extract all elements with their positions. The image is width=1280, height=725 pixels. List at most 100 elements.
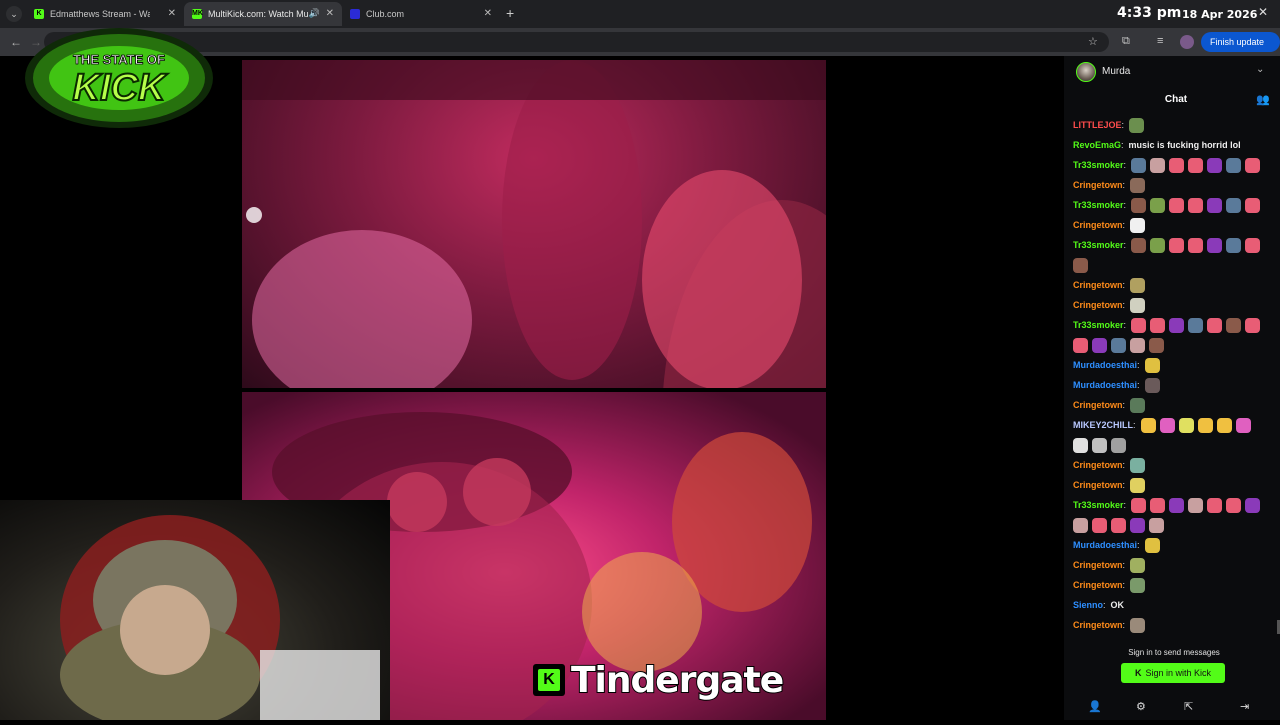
close-tab-icon[interactable]: ✕ (168, 8, 176, 19)
channel-selector[interactable]: Murda ⌄ (1064, 56, 1280, 86)
emote-icon (1169, 497, 1185, 513)
emote-icon (1188, 197, 1204, 213)
chat-username[interactable]: MIKEY2CHILL (1073, 420, 1133, 430)
chat-username[interactable]: Cringetown (1073, 460, 1123, 470)
users-icon[interactable]: 👥 (1256, 93, 1270, 106)
kick-favicon-icon: K (34, 9, 44, 19)
back-icon[interactable]: ← (10, 35, 22, 49)
popout-icon[interactable]: ⇱ (1184, 700, 1193, 713)
emote-icon (1188, 497, 1204, 513)
emote-icon (1131, 497, 1147, 513)
emote-icon (1226, 497, 1242, 513)
emote-icon (1207, 157, 1223, 173)
collapse-chat-icon[interactable]: ⇥ (1240, 700, 1249, 713)
tab-search-icon[interactable]: ⌄ (6, 6, 22, 22)
extensions-icon[interactable]: ⧉ (1122, 35, 1130, 48)
chat-username[interactable]: Cringetown (1073, 280, 1123, 290)
chat-username[interactable]: Cringetown (1073, 300, 1123, 310)
emote-icon (1073, 257, 1088, 273)
chat-username[interactable]: Cringetown (1073, 400, 1123, 410)
chat-message: Cringetown: (1073, 475, 1273, 495)
media-controls-icon[interactable]: ≡ (1157, 35, 1163, 47)
chat-username[interactable]: Cringetown (1073, 560, 1123, 570)
emote-icon (1216, 417, 1232, 433)
emote-icon (1169, 317, 1185, 333)
chat-colon: : (1123, 240, 1127, 250)
finish-update-label: Finish update (1210, 37, 1265, 47)
emote-icon (1207, 317, 1223, 333)
tab-edmatthews[interactable]: K Edmatthews Stream - Watch Li ✕ (26, 2, 184, 26)
chat-message: Cringetown: (1073, 615, 1273, 635)
chat-title: Chat (1164, 94, 1188, 105)
tab-multikick[interactable]: MK MultiKick.com: Watch Multi 🔊 ✕ (184, 2, 342, 26)
chat-message: Cringetown: (1073, 215, 1273, 235)
chat-username[interactable]: Tr33smoker (1073, 240, 1124, 250)
chat-username[interactable]: Murdadoesthai (1073, 360, 1137, 370)
emote-icon (1130, 577, 1146, 593)
chat-username[interactable]: Sienno (1073, 600, 1103, 610)
emote-icon (1207, 237, 1223, 253)
new-tab-icon[interactable]: + (506, 5, 514, 21)
chat-username[interactable]: Cringetown (1073, 180, 1123, 190)
chat-message: LITTLEJOE: (1073, 115, 1273, 135)
finish-update-button[interactable]: Finish update ⋮ (1201, 32, 1280, 67)
chat-username[interactable]: Tr33smoker (1073, 160, 1124, 170)
emote-icon (1245, 497, 1261, 513)
close-tab-icon[interactable]: ✕ (484, 8, 492, 19)
chat-username[interactable]: Tr33smoker (1073, 200, 1124, 210)
chat-username[interactable]: Cringetown (1073, 620, 1123, 630)
add-friend-icon[interactable]: 👤 (1088, 700, 1102, 713)
sign-in-label: Sign in with Kick (1145, 668, 1212, 678)
emote-icon (1130, 477, 1146, 493)
chat-colon: : (1133, 420, 1136, 430)
emote-icon (1140, 417, 1156, 433)
chevron-down-icon[interactable]: ⌄ (1256, 64, 1264, 75)
chat-username[interactable]: RevoEmaG (1073, 140, 1121, 150)
emote-icon (1169, 197, 1185, 213)
chat-username[interactable]: Murdadoesthai (1073, 380, 1137, 390)
kick-logo-icon: K (533, 664, 565, 696)
chat-username[interactable]: LITTLEJOE (1073, 120, 1122, 130)
emote-icon (1129, 117, 1145, 133)
tab-club[interactable]: Club.com ✕ (342, 2, 500, 26)
chat-username[interactable]: Tr33smoker (1073, 320, 1124, 330)
signin-hint: Sign in to send messages (1128, 648, 1220, 657)
chat-username[interactable]: Cringetown (1073, 580, 1123, 590)
chat-username[interactable]: Cringetown (1073, 480, 1123, 490)
chat-colon: : (1122, 560, 1126, 570)
chat-username[interactable]: Tr33smoker (1073, 500, 1124, 510)
state-of-kick-logo: THE STATE OF KICK (22, 26, 216, 130)
window-close-icon[interactable]: ✕ (1258, 5, 1268, 19)
emote-icon (1226, 157, 1242, 173)
profile-avatar-icon[interactable] (1180, 35, 1194, 49)
chat-text: music is fucking horrid lol (1128, 140, 1241, 150)
chat-message (1073, 435, 1273, 455)
chat-colon: : (1122, 580, 1126, 590)
chat-colon: : (1137, 380, 1140, 390)
gear-icon[interactable]: ⚙ (1136, 700, 1146, 713)
emote-icon (1130, 177, 1146, 193)
emote-icon (1149, 517, 1164, 533)
chat-message: Tr33smoker: (1073, 495, 1273, 515)
chat-message (1073, 515, 1273, 535)
close-tab-icon[interactable]: ✕ (326, 8, 334, 19)
chat-username[interactable]: Cringetown (1073, 220, 1123, 230)
chat-username[interactable]: Murdadoesthai (1073, 540, 1137, 550)
streamer-avatar (1076, 62, 1096, 82)
chat-message: Tr33smoker: (1073, 235, 1273, 255)
stream-video-top[interactable] (242, 60, 826, 388)
emote-icon (1092, 517, 1107, 533)
clock-date: 18 Apr 2026 (1182, 8, 1258, 21)
chat-message: RevoEmaG: music is fucking horrid lol (1073, 135, 1273, 155)
chat-colon: : (1137, 540, 1140, 550)
chat-colon: : (1122, 300, 1126, 310)
emote-icon (1130, 557, 1146, 573)
sign-in-button[interactable]: K Sign in with Kick (1121, 663, 1225, 683)
emote-icon (1188, 157, 1204, 173)
chat-message: Cringetown: (1073, 455, 1273, 475)
chat-colon: : (1123, 500, 1127, 510)
bookmark-star-icon[interactable]: ☆ (1088, 35, 1098, 48)
speaker-icon[interactable]: 🔊 (309, 8, 320, 19)
emote-icon (1169, 157, 1185, 173)
chat-colon: : (1121, 120, 1125, 130)
